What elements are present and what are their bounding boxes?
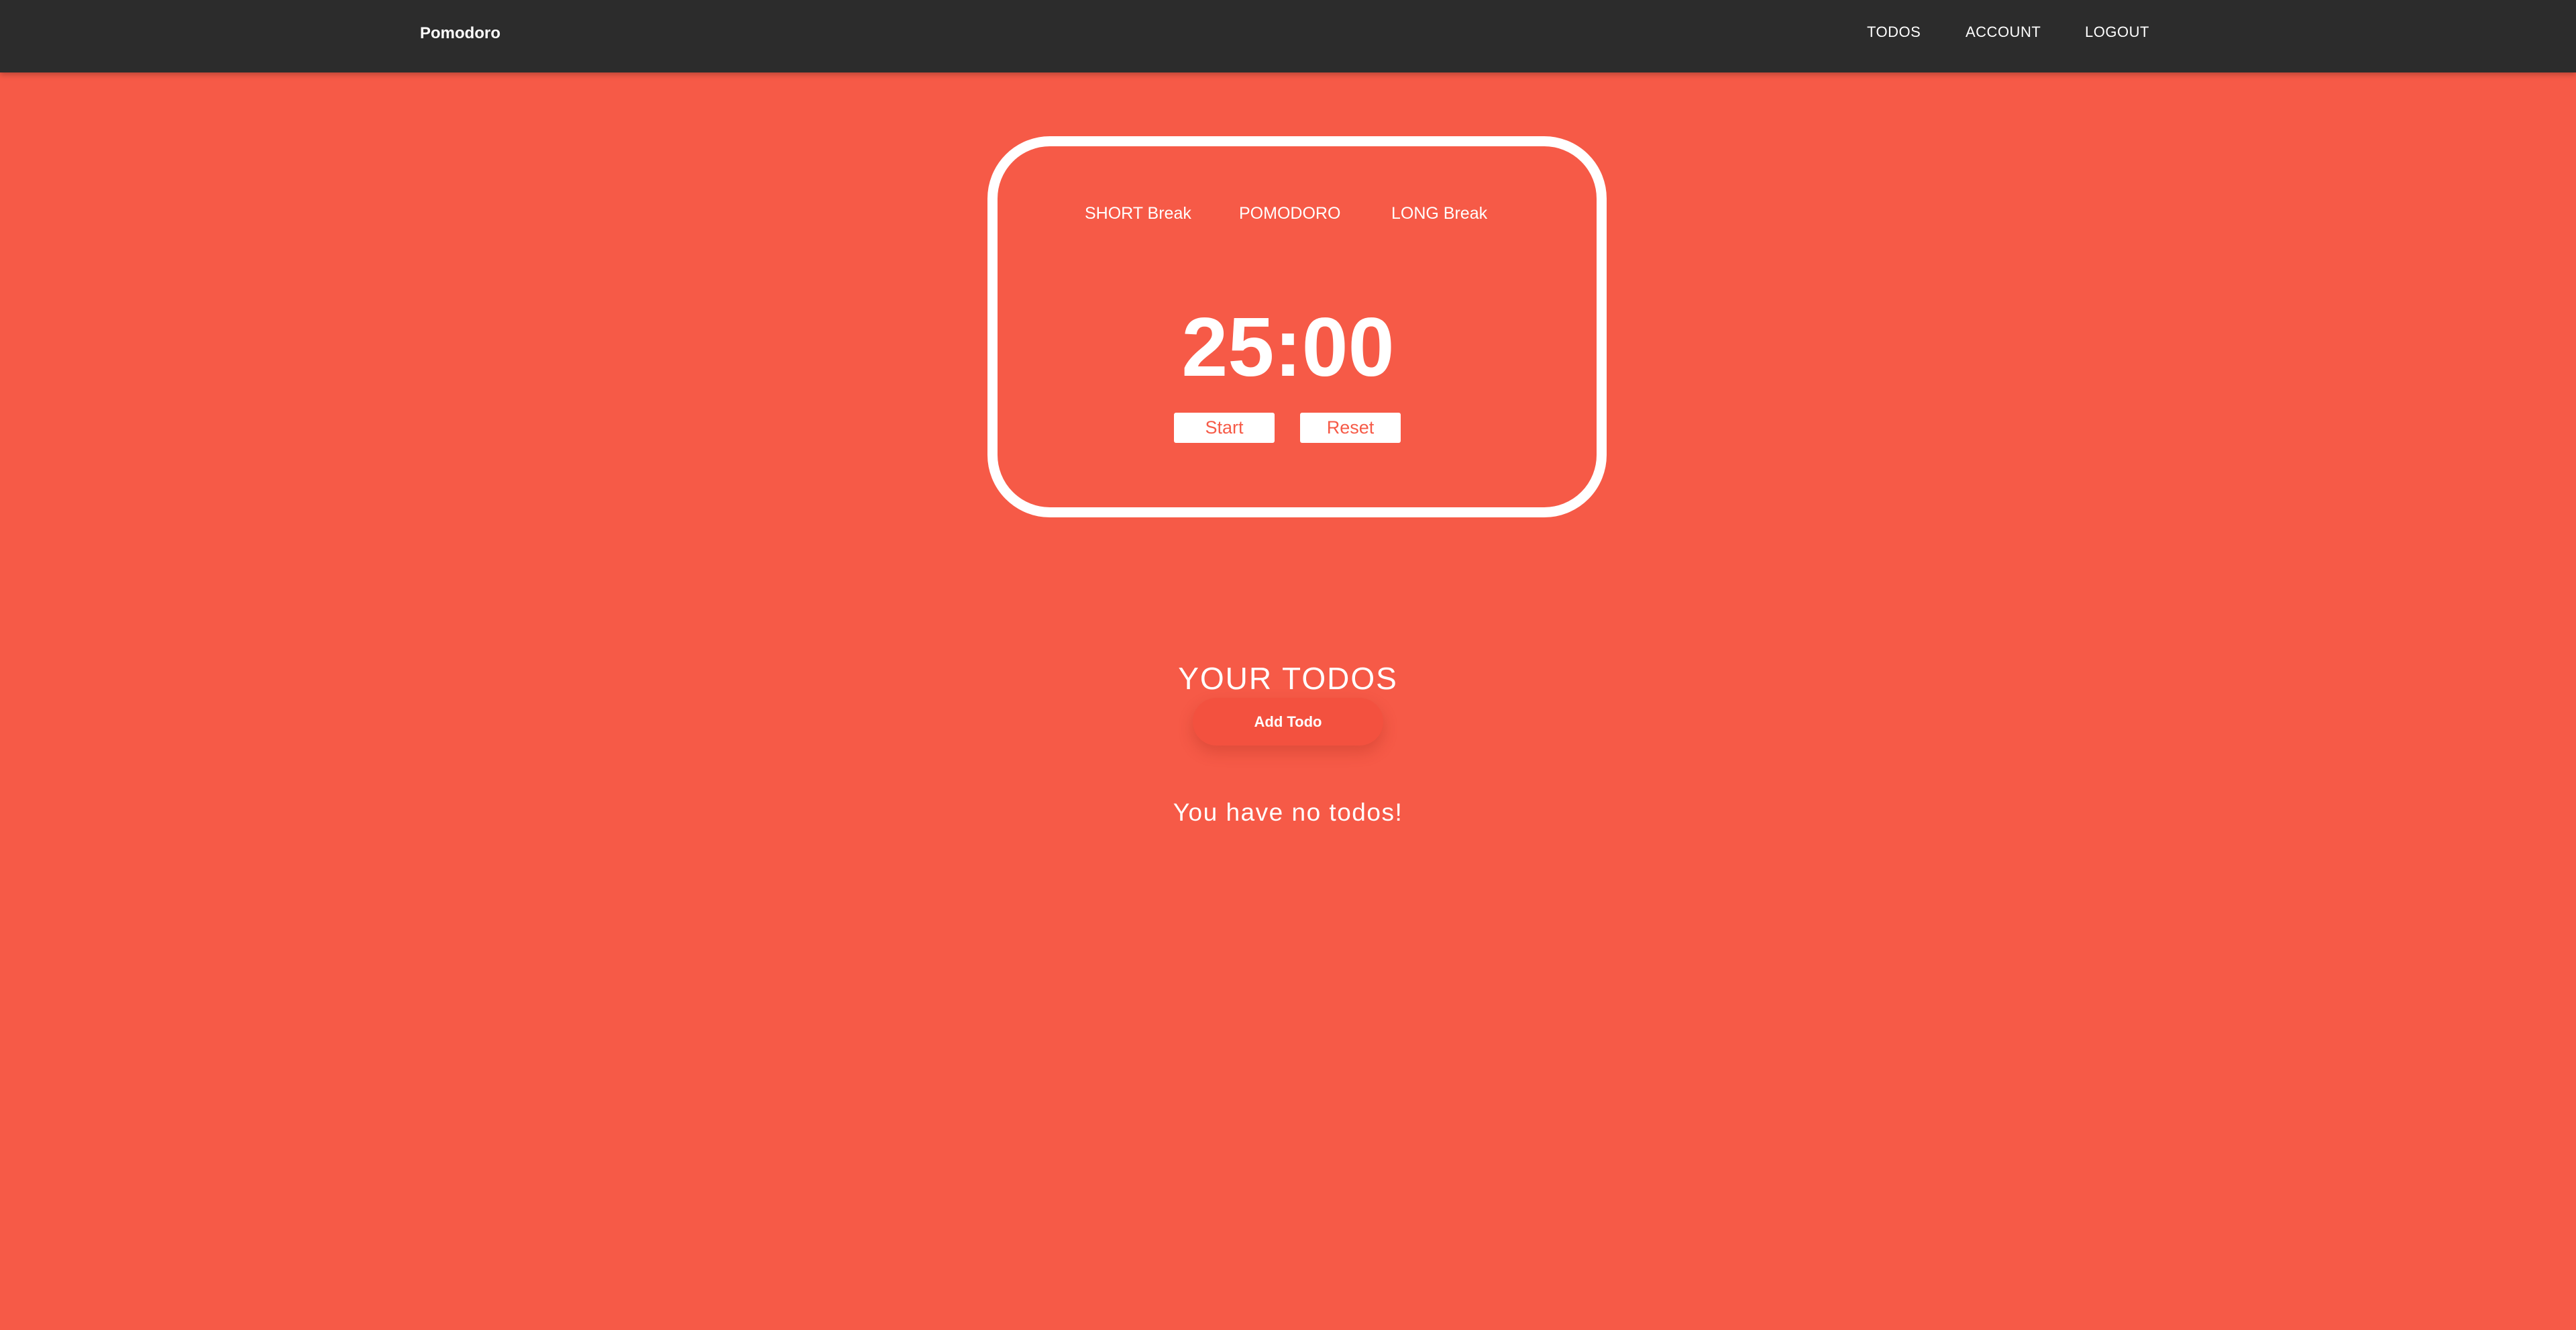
empty-todos-message: You have no todos! (1173, 799, 1403, 826)
start-button[interactable]: Start (1174, 413, 1275, 443)
reset-button[interactable]: Reset (1300, 413, 1401, 443)
tab-long-break[interactable]: LONG Break (1391, 203, 1487, 223)
todos-heading: YOUR TODOS (1178, 661, 1398, 697)
tab-short-break[interactable]: SHORT Break (1085, 203, 1191, 223)
brand-logo[interactable]: Pomodoro (420, 24, 500, 43)
add-todo-button[interactable]: Add Todo (1193, 698, 1383, 746)
nav-link-account[interactable]: ACCOUNT (1966, 23, 2041, 41)
nav-link-todos[interactable]: TODOS (1867, 23, 1921, 41)
nav-link-logout[interactable]: LOGOUT (2085, 23, 2149, 41)
timer-display: 25:00 (1181, 301, 1395, 394)
navbar: Pomodoro TODOS ACCOUNT LOGOUT (0, 0, 2576, 72)
tab-pomodoro[interactable]: POMODORO (1239, 203, 1340, 223)
